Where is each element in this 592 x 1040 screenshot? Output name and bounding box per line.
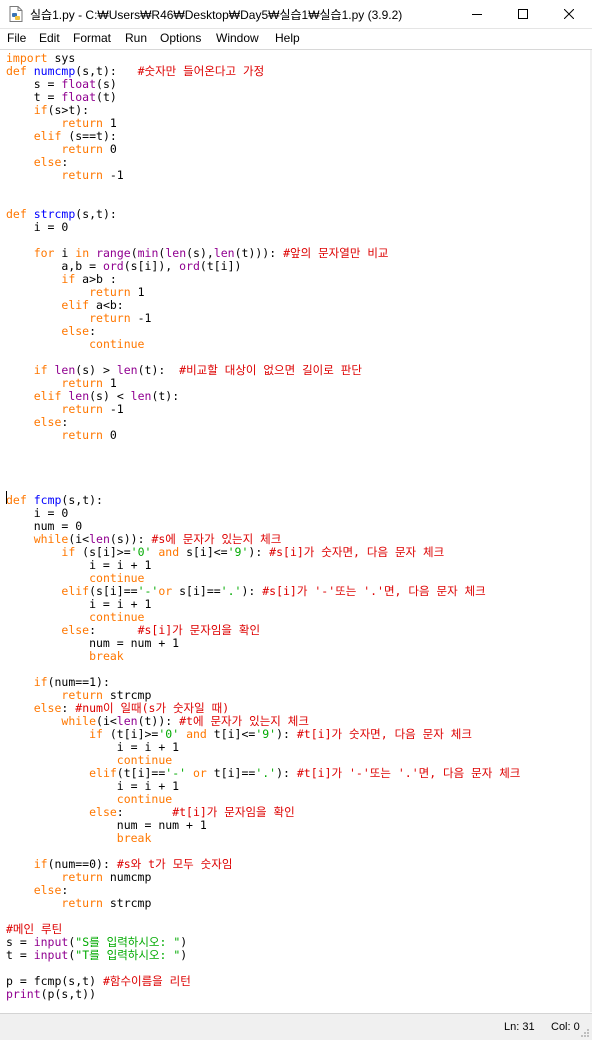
code-editor[interactable]: import sys def numcmp(s,t): #숫자만 들어온다고 가… [0, 50, 592, 1012]
code-line: num = 0 [6, 519, 83, 533]
menu-format[interactable]: Format [73, 31, 111, 45]
code-line: num = num + 1 [6, 818, 207, 832]
menu-file[interactable]: File [7, 31, 26, 45]
code-line: i = 0 [6, 220, 69, 234]
python-file-icon [9, 6, 23, 22]
code-text[interactable]: import sys def numcmp(s,t): #숫자만 들어온다고 가… [6, 52, 520, 1001]
close-button[interactable] [546, 0, 592, 28]
code-line: if a>b : [61, 272, 117, 286]
close-icon [564, 9, 574, 19]
minimize-icon [472, 14, 482, 15]
menu-edit[interactable]: Edit [39, 31, 60, 45]
code-line: i = i + 1 [6, 558, 152, 572]
window-title: 실습1.py - C:₩Users₩R46₩Desktop₩Day5₩실습1₩실… [30, 8, 403, 22]
code-line: elif a<b: [61, 298, 124, 312]
code-line: s = input("S를 입력하시오: ") [6, 935, 188, 949]
code-line: return -1 [61, 402, 124, 416]
code-line: return strcmp [61, 896, 152, 910]
code-line: else: [61, 324, 97, 338]
code-line: if (s[i]>='0' and s[i]<='9'): #s[i]가 숫자면… [61, 545, 445, 559]
code-line: i = i + 1 [6, 779, 180, 793]
maximize-icon [518, 9, 528, 19]
code-line: continue [116, 753, 173, 767]
code-line: continue [116, 792, 173, 806]
code-line: p = fcmp(s,t) #함수이름을 리턴 [6, 974, 191, 988]
menu-window[interactable]: Window [216, 31, 259, 45]
code-line: print(p(s,t)) [6, 987, 97, 1001]
menu-run[interactable]: Run [125, 31, 147, 45]
code-line: while(i<len(s)): #s에 문자가 있는지 체크 [33, 532, 282, 546]
text-cursor [6, 491, 7, 504]
code-line: if(s>t): [33, 103, 90, 117]
resize-grip-icon[interactable] [580, 1028, 590, 1038]
maximize-button[interactable] [500, 0, 546, 28]
code-line: break [89, 649, 124, 663]
code-line: return numcmp [61, 870, 152, 884]
code-line: return 1 [61, 376, 117, 390]
code-line: break [116, 831, 152, 845]
code-line: continue [89, 337, 145, 351]
code-line: while(i<len(t)): #t에 문자가 있는지 체크 [61, 714, 309, 728]
code-line: continue [89, 610, 145, 624]
code-line: if len(s) > len(t): #비교할 대상이 없으면 길이로 판단 [33, 363, 362, 377]
code-line: elif len(s) < len(t): [33, 389, 180, 403]
status-line: Ln: 31 [504, 1021, 535, 1033]
code-line: else: #s[i]가 문자임을 확인 [61, 623, 261, 637]
status-bar: Ln: 31 Col: 0 [0, 1013, 592, 1040]
code-line: import sys [6, 51, 76, 65]
code-line: else: #num이 일때(s가 숫자일 때) [33, 701, 230, 715]
code-line: continue [89, 571, 145, 585]
code-line: for i in range(min(len(s),len(t))): #앞의 … [33, 246, 389, 260]
code-line: return 1 [89, 285, 145, 299]
code-line: else: [33, 155, 69, 169]
code-line: i = i + 1 [6, 597, 152, 611]
code-line: return 0 [61, 142, 117, 156]
code-line: return strcmp [61, 688, 152, 702]
code-line: if(num==0): #s와 t가 모두 숫자임 [33, 857, 233, 871]
code-line: else: #t[i]가 문자임을 확인 [89, 805, 295, 819]
minimize-button[interactable] [454, 0, 500, 28]
code-line: return -1 [61, 168, 124, 182]
code-line: def fcmp(s,t): [6, 493, 103, 507]
code-line: def strcmp(s,t): [6, 207, 117, 221]
code-line: a,b = ord(s[i]), ord(t[i]) [6, 259, 242, 273]
code-line: if (t[i]>='0' and t[i]<='9'): #t[i]가 숫자면… [89, 727, 472, 741]
code-line: if(num==1): [33, 675, 110, 689]
code-line: return 0 [61, 428, 117, 442]
code-line: else: [33, 415, 69, 429]
code-line: else: [33, 883, 69, 897]
code-line: #메인 루틴 [6, 922, 63, 936]
code-line: elif(t[i]=='-' or t[i]=='.'): #t[i]가 '-'… [89, 766, 521, 780]
code-line: elif (s==t): [33, 129, 117, 143]
status-column: Col: 0 [551, 1021, 580, 1033]
code-line: s = float(s) [6, 77, 117, 91]
code-line: num = num + 1 [6, 636, 180, 650]
code-line: t = input("T를 입력하시오: ") [6, 948, 188, 962]
code-line: def numcmp(s,t): #숫자만 들어온다고 가정 [6, 64, 265, 78]
menu-options[interactable]: Options [160, 31, 201, 45]
code-line: t = float(t) [6, 90, 117, 104]
code-line: i = i + 1 [6, 740, 180, 754]
code-line: return -1 [89, 311, 152, 325]
title-bar[interactable]: 실습1.py - C:₩Users₩R46₩Desktop₩Day5₩실습1₩실… [0, 0, 592, 29]
code-line: return 1 [61, 116, 117, 130]
menu-help[interactable]: Help [275, 31, 300, 45]
code-line: elif(s[i]=='-'or s[i]=='.'): #s[i]가 '-'또… [61, 584, 486, 598]
menu-bar: File Edit Format Run Options Window Help [0, 29, 592, 50]
code-line: i = 0 [6, 506, 69, 520]
